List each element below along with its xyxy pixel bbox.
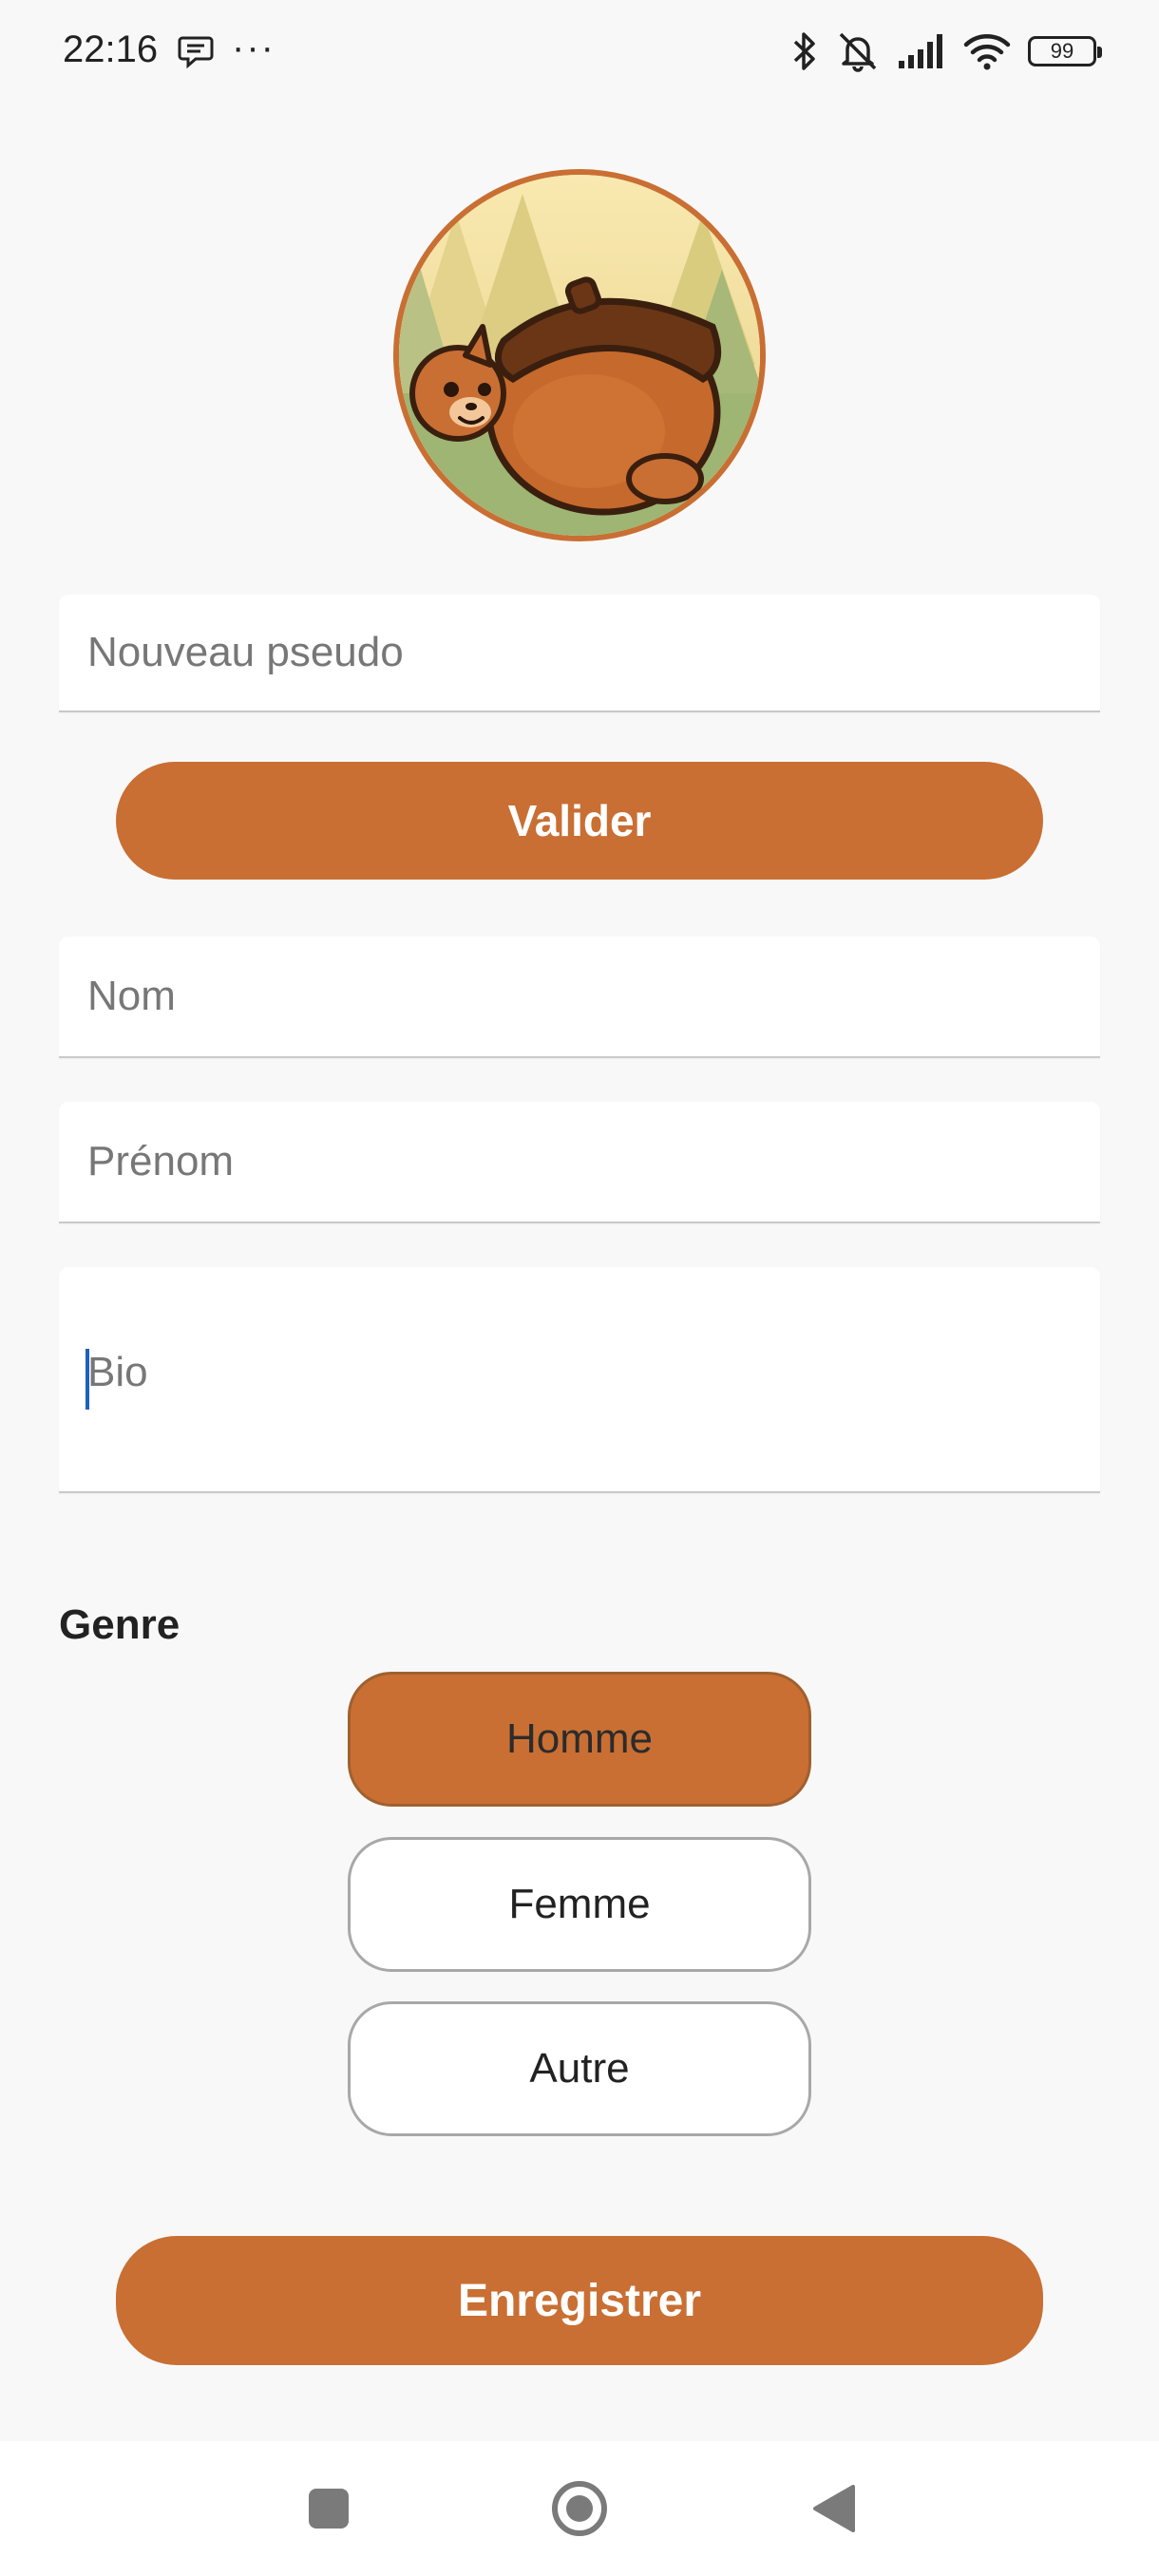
pseudo-input[interactable] [59, 595, 1100, 710]
text-cursor [86, 1349, 89, 1410]
signal-icon [897, 32, 946, 70]
nom-input[interactable] [59, 937, 1100, 1056]
recents-button[interactable] [262, 2441, 395, 2576]
gender-option-homme[interactable]: Homme [348, 1672, 811, 1807]
recents-square-icon [309, 2489, 349, 2529]
gender-option-autre[interactable]: Autre [348, 2001, 811, 2136]
pseudo-field-container [59, 595, 1100, 712]
bio-field-container [59, 1267, 1100, 1493]
bluetooth-icon [790, 30, 819, 72]
save-button[interactable]: Enregistrer [116, 2236, 1043, 2365]
system-nav-bar [0, 2441, 1159, 2576]
bell-off-icon [836, 30, 880, 72]
back-triangle-icon [813, 2485, 855, 2532]
prenom-input[interactable] [59, 1102, 1100, 1222]
genre-label: Genre [59, 1601, 180, 1648]
home-button[interactable] [513, 2441, 646, 2576]
squirrel-acorn-avatar [399, 175, 760, 536]
profile-avatar[interactable] [393, 169, 766, 541]
status-icons: 99 [790, 28, 1102, 74]
profile-edit-screen: 22:16 ··· 99 Nouveau pseudo Valider Nom … [0, 0, 1159, 2576]
battery-icon: 99 [1028, 36, 1102, 66]
wifi-icon [963, 31, 1011, 71]
gender-option-femme[interactable]: Femme [348, 1837, 811, 1972]
back-button[interactable] [768, 2441, 901, 2576]
more-dots-icon: ··· [232, 27, 276, 68]
nom-field-container [59, 937, 1100, 1058]
validate-button[interactable]: Valider [116, 762, 1043, 880]
status-bar: 22:16 ··· 99 [0, 0, 1159, 104]
bio-input[interactable] [59, 1267, 1100, 1491]
message-icon [177, 32, 215, 70]
home-circle-icon [552, 2481, 607, 2536]
prenom-field-container [59, 1102, 1100, 1223]
status-time: 22:16 [63, 28, 159, 70]
